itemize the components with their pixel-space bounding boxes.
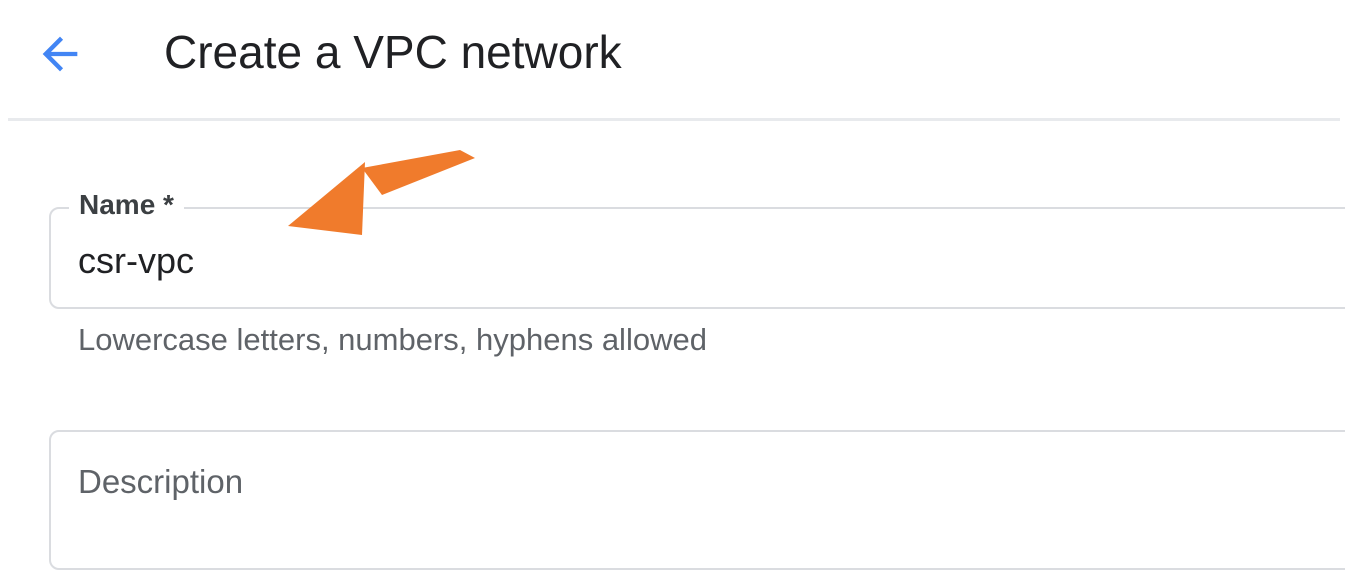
- description-field[interactable]: [49, 430, 1345, 570]
- arrow-back-icon: [42, 36, 78, 72]
- header-divider: [8, 118, 1340, 121]
- page-title: Create a VPC network: [164, 26, 622, 78]
- description-input[interactable]: [78, 460, 1278, 520]
- name-helper-text: Lowercase letters, numbers, hyphens allo…: [78, 322, 707, 357]
- name-input[interactable]: [78, 239, 1278, 283]
- name-field-label: Name *: [69, 187, 184, 223]
- name-field[interactable]: Name *: [49, 187, 1345, 309]
- back-button[interactable]: [28, 22, 92, 86]
- annotation-arrow-icon: [288, 150, 475, 235]
- page-header: Create a VPC network: [0, 0, 1345, 118]
